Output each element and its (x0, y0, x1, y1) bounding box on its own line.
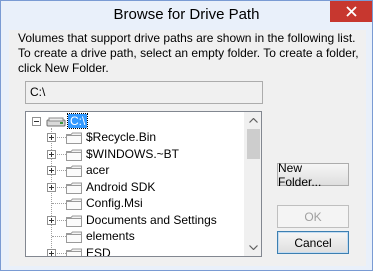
tree-branch-line (52, 236, 66, 237)
new-folder-button[interactable]: New Folder... (277, 161, 349, 189)
cancel-button[interactable]: Cancel (277, 231, 349, 254)
tree-folder-item[interactable]: elements (26, 228, 244, 245)
folder-icon (66, 132, 82, 144)
instructions-line-3: click New Folder. (18, 61, 109, 75)
tree-folder-item[interactable]: Config.Msi (26, 195, 244, 212)
instructions-line-2: To create a drive path, select an empty … (18, 46, 359, 60)
tree-folder-label: Documents and Settings (86, 213, 217, 227)
close-icon (345, 6, 357, 17)
expand-toggle[interactable] (47, 216, 56, 225)
expand-toggle[interactable] (47, 150, 56, 159)
tree-root-label: C:\ (66, 113, 89, 129)
scroll-down-button[interactable] (245, 239, 261, 256)
tree-folder-label: Config.Msi (86, 196, 143, 210)
folder-icon (66, 215, 82, 227)
folder-tree[interactable]: C:\ $Recycle.Bin $WINDOWS.~BT acer Android … (25, 111, 262, 257)
tree-folder-item[interactable]: $WINDOWS.~BT (26, 146, 244, 163)
tree-root-drive[interactable]: C:\ (26, 113, 244, 130)
expand-toggle[interactable] (47, 166, 56, 175)
expand-toggle[interactable] (47, 183, 56, 192)
folder-icon (66, 149, 82, 161)
tree-folder-label: elements (86, 229, 135, 243)
scroll-thumb[interactable] (247, 129, 260, 159)
tree-folder-label: $WINDOWS.~BT (86, 147, 180, 161)
tree-folder-label: $Recycle.Bin (86, 130, 157, 144)
ok-button[interactable]: OK (277, 205, 349, 228)
chevron-down-icon (249, 245, 258, 250)
tree-folder-item[interactable]: Android SDK (26, 179, 244, 196)
folder-icon (66, 165, 82, 177)
drive-path-field: C:\ (25, 81, 263, 104)
tree-folder-label: acer (86, 163, 110, 177)
folder-icon (66, 182, 82, 194)
folder-icon (66, 248, 82, 256)
collapse-toggle[interactable] (32, 117, 41, 126)
dialog-title: Browse for Drive Path (113, 6, 260, 23)
tree-folder-item[interactable]: ESD (26, 245, 244, 256)
browse-drive-path-dialog: Browse for Drive Path Volumes that suppo… (0, 0, 373, 271)
folder-icon (66, 198, 82, 210)
folder-icon (66, 231, 82, 243)
tree-folder-label: ESD (86, 246, 111, 256)
folder-tree-viewport: C:\ $Recycle.Bin $WINDOWS.~BT acer Android … (26, 112, 244, 256)
chevron-up-icon (249, 118, 258, 123)
tree-scrollbar[interactable] (244, 112, 261, 256)
instructions-line-1: Volumes that support drive paths are sho… (18, 31, 356, 45)
drive-icon (46, 117, 66, 127)
tree-folder-item[interactable]: acer (26, 162, 244, 179)
expand-toggle[interactable] (47, 249, 56, 256)
tree-folder-item[interactable]: Documents and Settings (26, 212, 244, 229)
tree-folder-item[interactable]: $Recycle.Bin (26, 129, 244, 146)
tree-branch-line (52, 203, 66, 204)
instructions-text: Volumes that support drive paths are sho… (18, 31, 363, 76)
title-bar[interactable]: Browse for Drive Path (1, 1, 372, 30)
expand-toggle[interactable] (47, 133, 56, 142)
scroll-up-button[interactable] (245, 112, 261, 129)
tree-folder-label: Android SDK (86, 180, 156, 194)
close-button[interactable] (330, 1, 372, 22)
